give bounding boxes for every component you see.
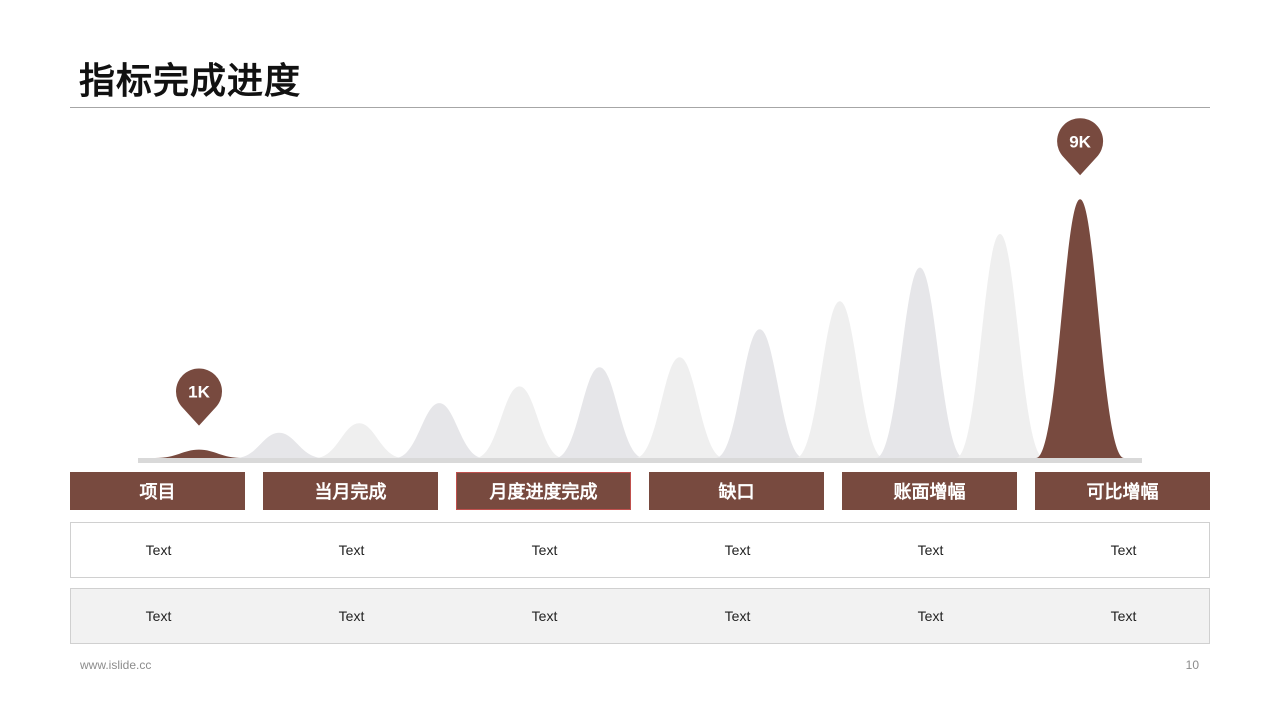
table-cell: Text — [338, 608, 365, 624]
peak-chart: 1K 9K — [138, 118, 1142, 463]
table-header-row: 项目 当月完成 月度进度完成 缺口 账面增幅 可比增幅 — [70, 472, 1210, 510]
page-number: 10 — [1185, 658, 1199, 672]
table-cell: Text — [917, 542, 944, 558]
chart-peak — [395, 403, 484, 458]
chart-peak — [235, 432, 324, 458]
table-cell: Text — [531, 542, 558, 558]
chart-peak — [315, 423, 404, 458]
table-cell: Text — [145, 608, 172, 624]
chart-peak — [875, 267, 964, 458]
table-cell: Text — [917, 608, 944, 624]
table-cell: Text — [531, 608, 558, 624]
header-cell: 月度进度完成 — [456, 472, 631, 510]
table-cell: Text — [724, 542, 751, 558]
table-row: Text Text Text Text Text Text — [70, 522, 1210, 578]
footer-url: www.islide.cc — [80, 658, 152, 672]
chart-peak — [555, 367, 644, 458]
chart-peak — [795, 301, 884, 458]
table-cell: Text — [145, 542, 172, 558]
chart-peak — [956, 234, 1044, 458]
table-cell: Text — [338, 542, 365, 558]
chart-peak — [155, 449, 243, 458]
chart-baseline — [138, 458, 1142, 463]
marker-label: 1K — [188, 383, 210, 402]
marker-label: 9K — [1069, 132, 1091, 151]
header-cell: 账面增幅 — [842, 472, 1017, 510]
table-row: Text Text Text Text Text Text — [70, 588, 1210, 644]
chart-peak — [715, 329, 804, 458]
header-cell: 可比增幅 — [1035, 472, 1210, 510]
chart-peak — [1036, 199, 1125, 458]
chart-peak — [635, 357, 724, 458]
value-marker: 1K — [176, 368, 222, 426]
table-cell: Text — [1110, 608, 1137, 624]
header-cell: 缺口 — [649, 472, 824, 510]
chart-peak — [475, 386, 564, 458]
table-cell: Text — [724, 608, 751, 624]
value-marker: 9K — [1057, 118, 1104, 176]
header-cell: 当月完成 — [263, 472, 438, 510]
header-cell: 项目 — [70, 472, 245, 510]
table-cell: Text — [1110, 542, 1137, 558]
